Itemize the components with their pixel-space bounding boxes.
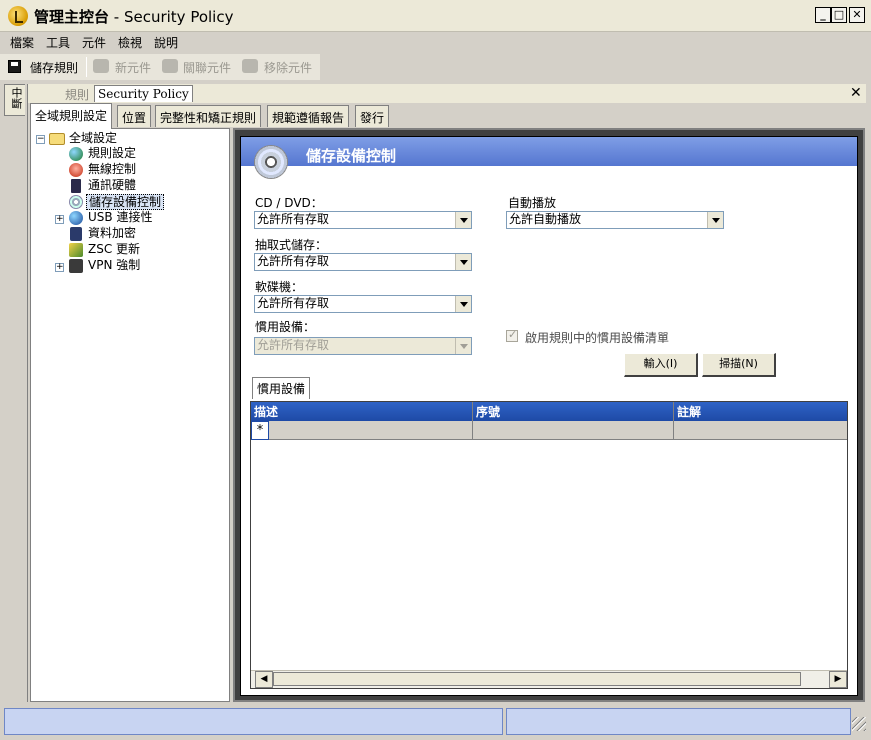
window-title-main: 管理主控台 xyxy=(34,8,110,26)
toolbar: 儲存規則 新元件 關聯元件 移除元件 xyxy=(0,54,320,80)
preferred-devices-select[interactable]: 允許所有存取 xyxy=(254,337,472,355)
tree-item-zsc-update[interactable]: ZSC 更新 xyxy=(88,242,140,258)
pane-title: 儲存設備控制 xyxy=(306,147,397,165)
tree-item-usb[interactable]: USB 連接性 xyxy=(88,210,152,226)
tab-compliance-report[interactable]: 規範遵循報告 xyxy=(267,105,350,127)
tree-item-wireless-control[interactable]: 無線控制 xyxy=(88,162,136,178)
resize-grip-icon[interactable] xyxy=(852,717,866,731)
floppy-label: 軟碟機： xyxy=(255,280,304,294)
cd-dvd-label: CD / DVD： xyxy=(255,196,323,210)
menu-component[interactable]: 元件 xyxy=(82,34,106,51)
remove-component-button[interactable]: 移除元件 xyxy=(264,59,312,76)
scrollbar-thumb[interactable] xyxy=(273,672,801,686)
grid-header xyxy=(251,402,847,421)
scroll-right-icon[interactable]: ▶ xyxy=(829,671,847,688)
lock-icon xyxy=(70,227,82,241)
autoplay-label: 自動播放 xyxy=(508,196,557,210)
preferred-devices-value: 允許所有存取 xyxy=(257,338,330,352)
tab-global-settings[interactable]: 全域規則設定 xyxy=(30,103,113,129)
autoplay-select[interactable]: 允許自動播放 xyxy=(506,211,724,229)
tree-item-data-encryption[interactable]: 資料加密 xyxy=(88,226,136,242)
globe-icon xyxy=(69,147,83,161)
storage-disc-icon xyxy=(254,145,288,179)
cd-dvd-value: 允許所有存取 xyxy=(257,212,330,226)
menu-help[interactable]: 說明 xyxy=(154,34,178,51)
removable-storage-label: 抽取式儲存： xyxy=(255,238,328,252)
column-divider xyxy=(472,402,473,440)
close-button[interactable]: ✕ xyxy=(849,7,865,23)
link-component-icon xyxy=(162,59,178,73)
menu-view[interactable]: 檢視 xyxy=(118,34,142,51)
chevron-down-icon[interactable] xyxy=(707,212,723,228)
cd-icon xyxy=(69,195,83,209)
wireless-icon xyxy=(69,163,83,177)
app-logo-icon xyxy=(8,6,28,26)
autoplay-value: 允許自動播放 xyxy=(509,212,582,226)
chevron-down-icon[interactable] xyxy=(455,212,471,228)
chevron-down-icon[interactable] xyxy=(455,296,471,312)
tree-item-vpn[interactable]: VPN 強制 xyxy=(88,258,140,274)
doc-tab-security-policy[interactable]: Security Policy xyxy=(94,85,193,102)
column-serial[interactable]: 序號 xyxy=(476,403,500,420)
side-tab[interactable]: 中斷 xyxy=(4,84,25,116)
expand-vpn-icon[interactable]: + xyxy=(55,263,64,272)
usb-icon xyxy=(69,211,83,225)
floppy-value: 允許所有存取 xyxy=(257,296,330,310)
window-title-sub: - Security Policy xyxy=(109,8,234,26)
settings-tree: − 全域設定 規則設定 無線控制 通訊硬體 儲存設備控制 + USB 連接性 資… xyxy=(30,128,230,702)
toolbar-separator xyxy=(86,57,87,77)
floppy-select[interactable]: 允許所有存取 xyxy=(254,295,472,313)
column-description[interactable]: 描述 xyxy=(254,403,278,420)
comm-hardware-icon xyxy=(71,179,81,193)
grid-new-row[interactable] xyxy=(251,421,847,440)
scroll-left-icon[interactable]: ◀ xyxy=(255,671,273,688)
column-comment[interactable]: 註解 xyxy=(677,403,701,420)
maximize-button[interactable]: □ xyxy=(831,7,847,23)
tab-location[interactable]: 位置 xyxy=(117,105,152,127)
tree-item-policy-settings[interactable]: 規則設定 xyxy=(88,146,136,162)
menu-tools[interactable]: 工具 xyxy=(46,34,70,51)
doc-tab-rule[interactable]: 規則 xyxy=(62,85,92,102)
removable-storage-value: 允許所有存取 xyxy=(257,254,330,268)
document-close-button[interactable]: ✕ xyxy=(850,85,862,101)
new-component-button[interactable]: 新元件 xyxy=(115,59,151,76)
import-button[interactable]: 輸入(I) xyxy=(624,353,698,377)
collapse-root-icon[interactable]: − xyxy=(36,135,45,144)
expand-usb-icon[interactable]: + xyxy=(55,215,64,224)
folder-icon xyxy=(49,133,65,145)
preferred-devices-grid xyxy=(250,401,848,689)
remove-component-icon xyxy=(242,59,258,73)
tree-item-comm-hardware[interactable]: 通訊硬體 xyxy=(88,178,136,194)
chevron-down-icon[interactable] xyxy=(455,338,471,354)
new-component-icon xyxy=(93,59,109,73)
window-title: 管理主控台 - Security Policy xyxy=(34,6,233,27)
chevron-down-icon[interactable] xyxy=(455,254,471,270)
zsc-update-icon xyxy=(69,243,83,257)
tree-item-storage-control[interactable]: 儲存設備控制 xyxy=(86,194,165,210)
link-component-button[interactable]: 關聯元件 xyxy=(183,59,231,76)
save-icon xyxy=(8,60,21,73)
new-row-marker: * xyxy=(251,421,269,440)
menu-bar: 檔案 工具 元件 檢視 說明 xyxy=(0,32,871,52)
minimize-button[interactable]: _ xyxy=(815,7,831,23)
tab-integrity-remediation[interactable]: 完整性和矯正規則 xyxy=(155,105,262,127)
removable-storage-select[interactable]: 允許所有存取 xyxy=(254,253,472,271)
tab-publish[interactable]: 發行 xyxy=(355,105,390,127)
save-button[interactable]: 儲存規則 xyxy=(30,59,78,76)
preferred-devices-label: 慣用設備： xyxy=(255,320,316,334)
menu-file[interactable]: 檔案 xyxy=(10,34,34,51)
preferred-devices-tab[interactable]: 慣用設備 xyxy=(252,377,311,399)
column-divider xyxy=(673,402,674,440)
status-panel-right xyxy=(506,708,851,735)
tree-root[interactable]: 全域設定 xyxy=(69,131,117,147)
cd-dvd-select[interactable]: 允許所有存取 xyxy=(254,211,472,229)
side-tab-label: 中斷 xyxy=(10,87,23,109)
document-tab-row: 規則 Security Policy xyxy=(28,84,866,103)
status-panel-left xyxy=(4,708,503,735)
enable-preferred-list-checkbox[interactable] xyxy=(506,328,518,342)
scan-button[interactable]: 掃描(N) xyxy=(702,353,776,377)
enable-preferred-list-label: 啟用規則中的慣用設備清單 xyxy=(525,331,670,345)
vpn-icon xyxy=(69,259,83,273)
